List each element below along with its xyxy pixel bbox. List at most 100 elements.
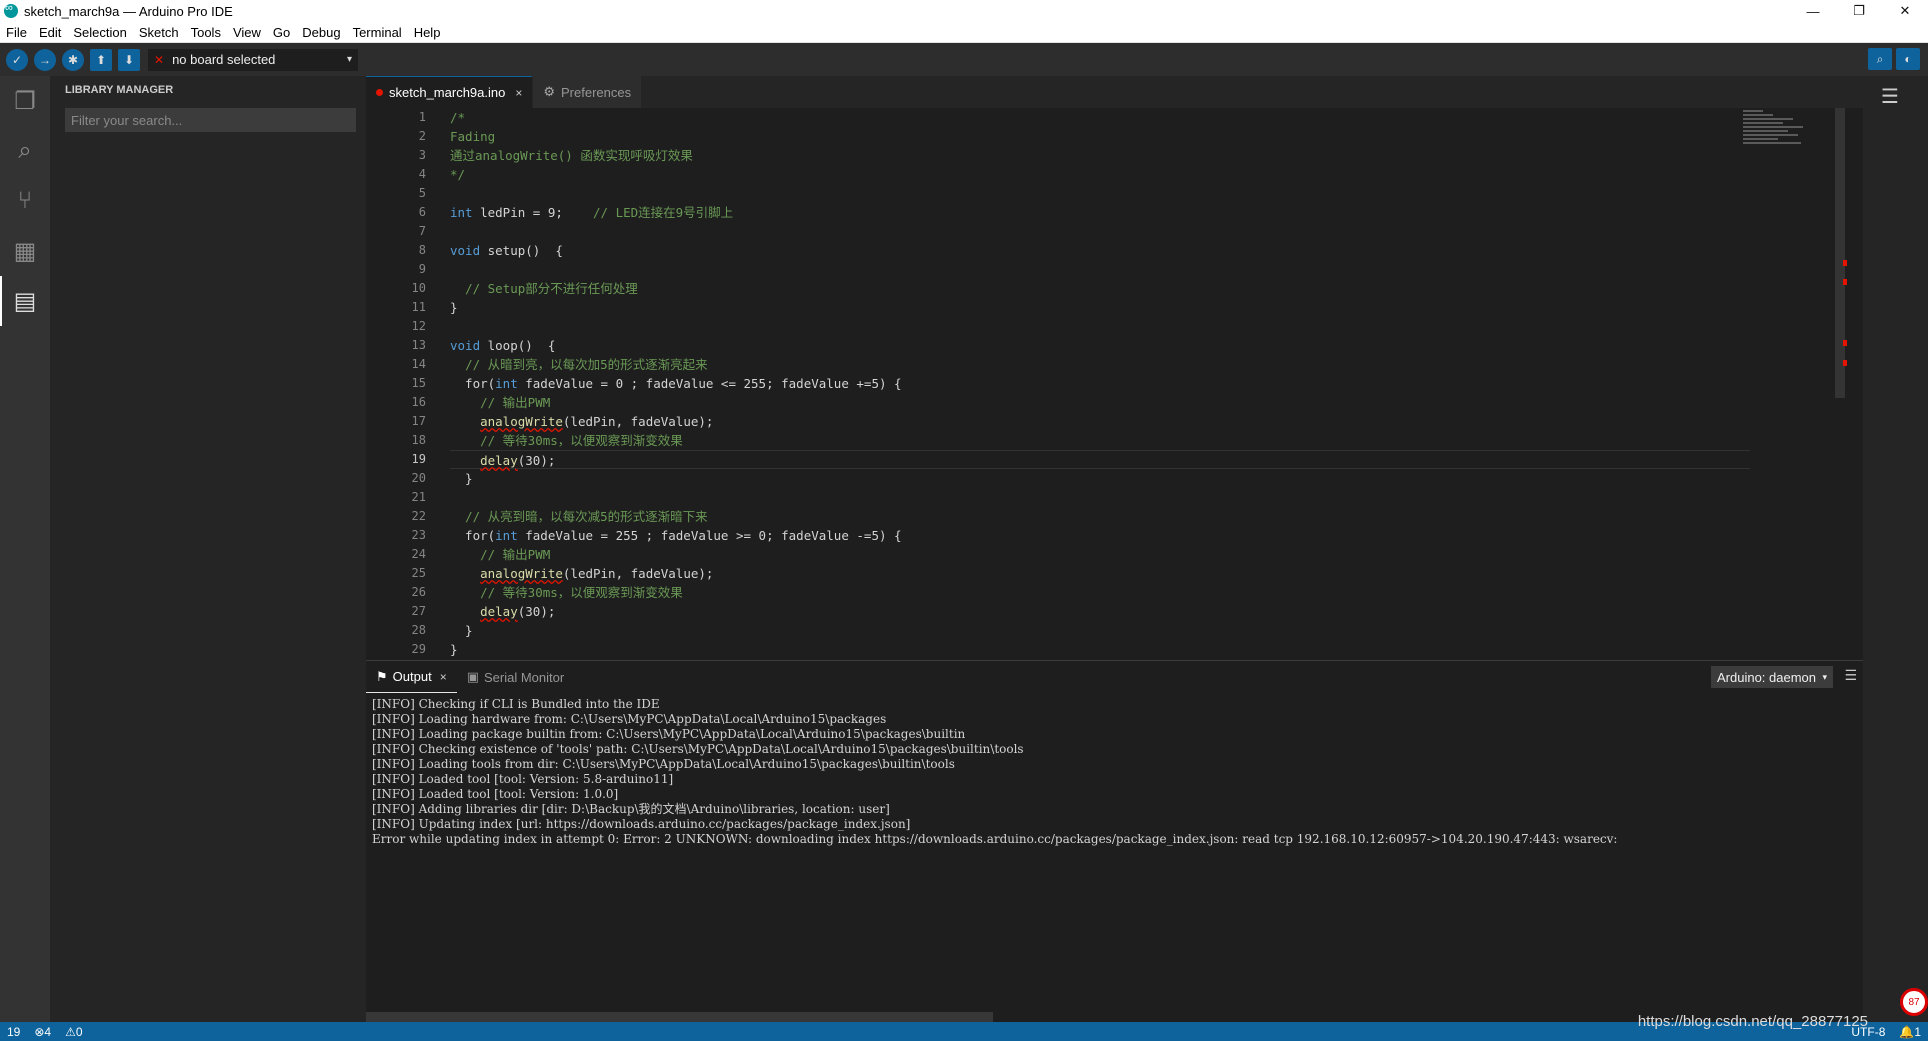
panel-menu-icon[interactable]: ☰	[1844, 667, 1857, 684]
menu-edit[interactable]: Edit	[33, 25, 67, 40]
code-token: }	[450, 471, 473, 486]
code-line[interactable]: void loop() {	[450, 336, 1750, 355]
output-line: [INFO] Updating index [url: https://down…	[372, 817, 911, 831]
code-line[interactable]: int ledPin = 9; // LED连接在9号引脚上	[450, 203, 1750, 222]
code-line[interactable]: // Setup部分不进行任何处理	[450, 279, 1750, 298]
line-number: 15	[411, 376, 426, 390]
tab-sketch[interactable]: sketch_march9a.ino ×	[366, 76, 533, 108]
close-icon[interactable]: ×	[515, 86, 522, 100]
code-line[interactable]: for(int fadeValue = 0 ; fadeValue <= 255…	[450, 374, 1750, 393]
menu-debug[interactable]: Debug	[296, 25, 346, 40]
tab-preferences[interactable]: ⚙ Preferences	[533, 76, 642, 108]
code-line[interactable]: // 从暗到亮，以每次加5的形式逐渐亮起来	[450, 355, 1750, 374]
menu-sketch[interactable]: Sketch	[133, 25, 185, 40]
code-line[interactable]: analogWrite(ledPin, fadeValue);	[450, 412, 1750, 431]
status-warnings[interactable]: ⚠0	[58, 1025, 89, 1039]
code-token: */	[450, 167, 466, 182]
board-error-icon: ✕	[154, 52, 165, 67]
library-manager-icon[interactable]: ▤	[0, 276, 50, 326]
code-line[interactable]: 通过analogWrite() 函数实现呼吸灯效果	[450, 146, 1750, 165]
code-line[interactable]: // 等待30ms，以便观察到渐变效果	[450, 431, 1750, 450]
code-line[interactable]: }	[450, 469, 1750, 488]
code-line[interactable]: analogWrite(ledPin, fadeValue);	[450, 564, 1750, 583]
upload-button[interactable]: →	[34, 48, 56, 71]
code-line[interactable]: delay(30);	[450, 450, 1750, 469]
code-line[interactable]	[450, 222, 1750, 241]
activity-bar: ❐ ⌕ ⑂ ▦ ▤	[0, 76, 50, 1022]
code-line[interactable]: */	[450, 165, 1750, 184]
tab-output-label: Output	[392, 669, 432, 684]
board-selector[interactable]: ✕ no board selected ▾	[148, 48, 358, 71]
open-sketch-button[interactable]: ⬇	[118, 48, 140, 71]
code-line[interactable]: Fading	[450, 127, 1750, 146]
code-token: delay	[480, 453, 518, 468]
verify-button[interactable]: ✓	[6, 48, 28, 71]
code-editor[interactable]: 1 2 3 4 5 6 7 8 9 10 11 12 13 14 15 16 17 18 19 20 21 22 23 24 2…	[366, 108, 1863, 660]
serial-monitor-button[interactable]: ◐	[1896, 48, 1920, 70]
source-control-icon[interactable]: ⑂	[0, 176, 50, 226]
close-button[interactable]: ✕	[1882, 0, 1928, 22]
line-number: 9	[418, 262, 426, 276]
code-line[interactable]: }	[450, 298, 1750, 317]
code-line[interactable]: void setup() {	[450, 241, 1750, 260]
tab-serial-monitor[interactable]: ▣ Serial Monitor	[457, 661, 575, 693]
minimize-button[interactable]: —	[1790, 0, 1836, 22]
error-marker	[1843, 260, 1847, 266]
output-line: [INFO] Loading tools from dir: C:\Users\…	[372, 757, 955, 771]
restore-button[interactable]: ❐	[1836, 0, 1882, 22]
output-log: [INFO] Checking if CLI is Bundled into t…	[372, 697, 1862, 997]
outline-icon[interactable]: ☰	[1881, 84, 1928, 109]
code-token: // 从亮到暗，以每次减5的形式逐渐暗下来	[465, 509, 708, 524]
line-number-gutter: 1 2 3 4 5 6 7 8 9 10 11 12 13 14 15 16 17 18 19 20 21 22 23 24 2…	[366, 108, 436, 660]
code-line[interactable]: }	[450, 640, 1750, 659]
code-line[interactable]: // 输出PWM	[450, 545, 1750, 564]
code-line[interactable]	[450, 260, 1750, 279]
boards-manager-icon[interactable]: ▦	[0, 226, 50, 276]
debug-button[interactable]: ✱	[62, 48, 84, 71]
code-line[interactable]: delay(30);	[450, 602, 1750, 621]
code-line[interactable]: // 输出PWM	[450, 393, 1750, 412]
output-scrollbar[interactable]	[366, 1012, 993, 1022]
status-errors[interactable]: ⊗4	[27, 1025, 58, 1039]
menu-view[interactable]: View	[227, 25, 267, 40]
line-number: 5	[418, 186, 426, 200]
code-line[interactable]	[450, 184, 1750, 203]
code-lines[interactable]: /* Fading 通过analogWrite() 函数实现呼吸灯效果 */ int …	[450, 108, 1750, 659]
code-line[interactable]: // 从亮到暗，以每次减5的形式逐渐暗下来	[450, 507, 1750, 526]
line-number: 22	[411, 509, 426, 523]
menu-terminal[interactable]: Terminal	[347, 25, 408, 40]
code-token: // 等待30ms，以便观察到渐变效果	[480, 585, 683, 600]
serial-plotter-button[interactable]: ⌕	[1868, 48, 1892, 70]
line-number: 13	[411, 338, 426, 352]
menu-bar: File Edit Selection Sketch Tools View Go…	[0, 22, 1928, 43]
output-channel-select[interactable]: Arduino: daemon ▾	[1711, 666, 1833, 688]
minimap[interactable]	[1743, 108, 1823, 168]
menu-selection[interactable]: Selection	[67, 25, 132, 40]
menu-go[interactable]: Go	[267, 25, 296, 40]
output-line: [INFO] Loaded tool [tool: Version: 1.0.0…	[372, 787, 619, 801]
menu-file[interactable]: File	[0, 25, 33, 40]
code-line[interactable]	[450, 317, 1750, 336]
monitor-icon: ▣	[466, 669, 479, 684]
search-icon[interactable]: ⌕	[0, 126, 50, 176]
line-number: 23	[411, 528, 426, 542]
tab-output[interactable]: ⚑ Output ×	[366, 661, 457, 693]
editor-scrollbar[interactable]	[1835, 108, 1845, 398]
code-line[interactable]: /*	[450, 108, 1750, 127]
status-line[interactable]: 19	[0, 1025, 27, 1039]
code-line[interactable]	[450, 488, 1750, 507]
explorer-icon[interactable]: ❐	[0, 76, 50, 126]
code-token: loop() {	[480, 338, 556, 353]
library-search-input[interactable]: Filter your search...	[65, 108, 356, 132]
new-sketch-button[interactable]: ⬆	[90, 48, 112, 71]
code-line[interactable]: }	[450, 621, 1750, 640]
line-number: 4	[418, 167, 426, 181]
menu-tools[interactable]: Tools	[185, 25, 227, 40]
close-icon[interactable]: ×	[440, 670, 447, 684]
code-line[interactable]: // 等待30ms，以便观察到渐变效果	[450, 583, 1750, 602]
menu-help[interactable]: Help	[408, 25, 447, 40]
code-line[interactable]: for(int fadeValue = 255 ; fadeValue >= 0…	[450, 526, 1750, 545]
status-notifications[interactable]: 🔔1	[1892, 1025, 1928, 1039]
